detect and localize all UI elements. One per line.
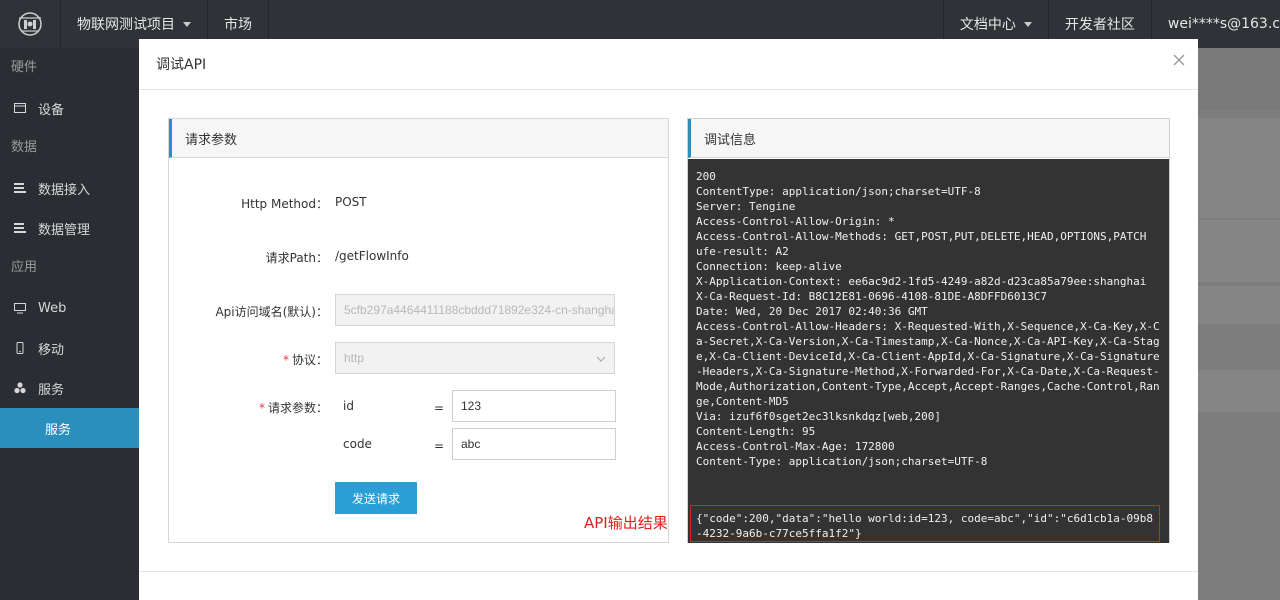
param-value: 123 (461, 399, 482, 413)
bg-block (1198, 220, 1280, 282)
response-headers: 200 ContentType: application/json;charse… (696, 170, 1160, 468)
response-body: {"code":200,"data":"hello world:id=123, … (696, 512, 1153, 540)
protocol-value: http (344, 351, 365, 365)
monitor-icon (14, 302, 26, 314)
modal-header: 调试API (139, 39, 1198, 90)
param-code-input[interactable]: abc (452, 428, 616, 460)
sidebar-item-service[interactable]: 服务 (0, 368, 139, 408)
request-path-label: 请求Path： (265, 251, 328, 265)
nav-market-label: 市场 (224, 17, 252, 33)
modal-title: 调试API (156, 57, 207, 73)
close-icon (1173, 54, 1185, 66)
sidebar-item-label: Web (38, 300, 67, 316)
chevron-down-icon (183, 21, 191, 27)
param-name: code (343, 437, 372, 451)
required-mark: * (258, 401, 265, 415)
debug-api-modal: 调试API 请求参数 Http Method： POST 请求Path： /ge… (139, 39, 1198, 600)
params-label: * 请求参数： (259, 399, 328, 416)
sidebar-item-label: 服务 (38, 382, 65, 398)
debug-info-panel: 调试信息 200 ContentType: application/json;c… (687, 118, 1170, 543)
request-params-panel: 请求参数 Http Method： POST 请求Path： /getFlowI… (168, 118, 669, 543)
request-path-value: /getFlowInfo (335, 249, 409, 263)
sidebar-group-hardware: 硬件 (11, 60, 38, 75)
sidebar-item-label: 设备 (38, 102, 65, 118)
panel-title: 调试信息 (688, 119, 1169, 158)
chevron-down-icon (596, 356, 606, 362)
required-mark: * (282, 353, 289, 367)
chevron-down-icon (1023, 21, 1032, 27)
cubes-icon (14, 382, 26, 394)
param-value: abc (461, 437, 481, 451)
mobile-icon (14, 342, 26, 354)
api-output-annotation: API输出结果 (584, 514, 668, 532)
protocol-label: * 协议： (283, 351, 328, 368)
project-name: 物联网测试项目 (77, 17, 175, 33)
panel-title: 请求参数 (169, 119, 668, 158)
param-id-input[interactable]: 123 (452, 390, 616, 422)
sidebar-group-data: 数据 (11, 140, 38, 155)
api-domain-label: Api访问域名(默认)： (215, 305, 328, 319)
http-method-label: Http Method： (241, 197, 328, 211)
send-request-button[interactable]: 发送请求 (335, 482, 417, 514)
protocol-select[interactable]: http (335, 342, 615, 374)
docs-label: 文档中心 (959, 17, 1016, 33)
bg-block (1198, 48, 1280, 110)
param-equals: = (434, 439, 445, 453)
background-content (1198, 48, 1280, 600)
data-manage-icon (14, 222, 26, 234)
param-equals: = (434, 401, 445, 415)
device-icon (14, 102, 26, 114)
data-access-icon (14, 182, 26, 194)
modal-divider (139, 571, 1198, 572)
sidebar-item-label: 移动 (38, 342, 65, 358)
api-domain-input[interactable]: 5cfb297a4464411188cbddd71892e324-cn-shan… (335, 294, 615, 326)
http-method-value: POST (335, 195, 367, 209)
bg-block (1198, 286, 1280, 324)
sidebar-item-device[interactable]: 设备 (0, 88, 139, 128)
sidebar-item-data-manage[interactable]: 数据管理 (0, 208, 139, 248)
protocol-label-text: 协议： (291, 353, 328, 367)
community-label: 开发者社区 (1064, 17, 1135, 33)
sidebar-item-label: 数据接入 (38, 182, 91, 198)
response-console[interactable]: 200 ContentType: application/json;charse… (688, 159, 1169, 543)
bg-block (1198, 370, 1280, 412)
bg-block (1198, 118, 1280, 218)
sidebar-subitem-service[interactable]: 服务 (0, 408, 139, 448)
logo[interactable] (0, 0, 60, 48)
sidebar-group-app: 应用 (11, 260, 38, 275)
sidebar-item-web[interactable]: Web (0, 288, 139, 328)
sidebar: 硬件 设备 数据 数据接入 数据管理 应用 Web 移动 服务 服务 (0, 48, 139, 600)
sidebar-item-label: 数据管理 (38, 222, 91, 238)
sidebar-item-label: 服务 (45, 422, 72, 438)
iot-logo-icon (18, 12, 42, 36)
api-domain-value: 5cfb297a4464411188cbddd71892e324-cn-shan… (344, 303, 615, 317)
account-email: wei****s@163.c (1167, 16, 1280, 32)
param-name: id (343, 399, 354, 413)
sidebar-item-mobile[interactable]: 移动 (0, 328, 139, 368)
api-result-highlight: {"code":200,"data":"hello world:id=123, … (690, 505, 1160, 542)
sidebar-item-data-access[interactable]: 数据接入 (0, 168, 139, 208)
params-label-text: 请求参数： (267, 401, 328, 415)
close-button[interactable] (1172, 53, 1186, 67)
